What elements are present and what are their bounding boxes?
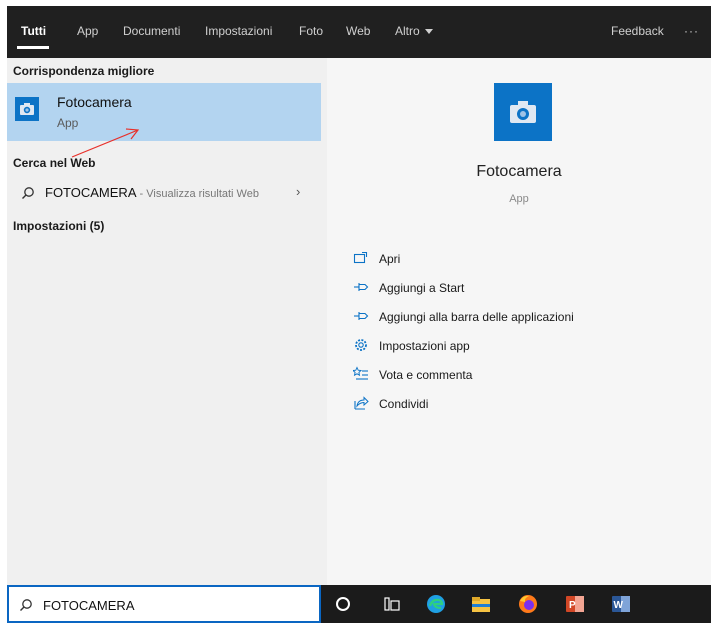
preview-panel: Fotocamera App Apri Aggiungi a Start Agg… <box>327 58 711 585</box>
open-icon <box>353 251 368 264</box>
feedback-button[interactable]: Feedback <box>611 24 664 38</box>
active-tab-indicator <box>17 46 49 49</box>
taskbar: FOTOCAMERA P W <box>7 585 711 623</box>
action-label: Aggiungi a Start <box>379 281 465 295</box>
action-label: Vota e commenta <box>379 368 473 382</box>
web-search-heading: Cerca nel Web <box>13 156 96 170</box>
web-search-query-text: FOTOCAMERA <box>45 185 137 200</box>
action-condividi[interactable]: Condividi <box>353 393 693 415</box>
svg-text:W: W <box>614 600 624 611</box>
action-impostazioni-app[interactable]: Impostazioni app <box>353 335 693 357</box>
action-aggiungi-a-start[interactable]: Aggiungi a Start <box>353 277 693 299</box>
firefox-icon[interactable] <box>517 593 539 615</box>
edge-icon[interactable] <box>425 593 447 615</box>
tab-altro[interactable]: Altro <box>395 24 433 38</box>
web-search-hint: - Visualizza risultati Web <box>136 188 259 200</box>
action-label: Apri <box>379 252 401 266</box>
pin-icon <box>354 283 369 291</box>
camera-icon <box>15 97 39 121</box>
tab-foto[interactable]: Foto <box>299 24 323 38</box>
pin-icon <box>354 312 369 320</box>
word-icon[interactable]: W <box>610 593 632 615</box>
tab-web[interactable]: Web <box>346 24 370 38</box>
cortana-icon[interactable] <box>332 593 354 615</box>
camera-icon <box>494 83 552 141</box>
preview-app-name: Fotocamera <box>476 163 562 180</box>
tab-impostazioni[interactable]: Impostazioni <box>205 24 272 38</box>
action-label: Impostazioni app <box>379 339 470 353</box>
powerpoint-icon[interactable]: P <box>564 593 586 615</box>
search-icon <box>20 599 32 611</box>
web-search-result[interactable]: FOTOCAMERA - Visualizza risultati Web › <box>7 179 321 207</box>
search-tabs-bar: Tutti App Documenti Impostazioni Foto We… <box>7 6 711 58</box>
more-options-button[interactable]: ··· <box>684 24 699 38</box>
best-match-item-fotocamera[interactable]: Fotocamera App <box>7 83 321 141</box>
svg-text:P: P <box>569 600 576 611</box>
best-match-heading: Corrispondenza migliore <box>13 64 155 78</box>
chevron-right-icon[interactable]: › <box>296 184 300 199</box>
action-vota-e-commenta[interactable]: Vota e commenta <box>353 364 693 386</box>
task-view-icon[interactable] <box>381 593 403 615</box>
settings-heading[interactable]: Impostazioni (5) <box>13 219 104 233</box>
results-panel: Corrispondenza migliore Fotocamera App C… <box>7 58 327 585</box>
search-input[interactable]: FOTOCAMERA <box>43 598 135 613</box>
rate-icon <box>353 366 368 380</box>
action-label: Condividi <box>379 397 429 411</box>
best-match-name: Fotocamera <box>57 94 132 110</box>
best-match-kind: App <box>57 116 79 130</box>
action-label: Aggiungi alla barra delle applicazioni <box>379 310 574 324</box>
tab-documenti[interactable]: Documenti <box>123 24 180 38</box>
tab-altro-label: Altro <box>395 24 420 38</box>
search-window: Tutti App Documenti Impostazioni Foto We… <box>7 6 711 623</box>
search-icon <box>22 187 34 199</box>
preview-app-kind: App <box>509 193 529 205</box>
share-icon <box>354 396 369 410</box>
gear-icon <box>355 339 367 351</box>
web-search-query: FOTOCAMERA - Visualizza risultati Web <box>45 185 259 200</box>
action-aggiungi-barra[interactable]: Aggiungi alla barra delle applicazioni <box>353 306 693 328</box>
action-apri[interactable]: Apri <box>353 248 693 270</box>
file-explorer-icon[interactable] <box>470 593 492 615</box>
tab-app[interactable]: App <box>77 24 98 38</box>
caret-down-icon <box>424 29 433 35</box>
tab-tutti[interactable]: Tutti <box>21 24 46 38</box>
taskbar-search-box[interactable]: FOTOCAMERA <box>7 585 321 623</box>
